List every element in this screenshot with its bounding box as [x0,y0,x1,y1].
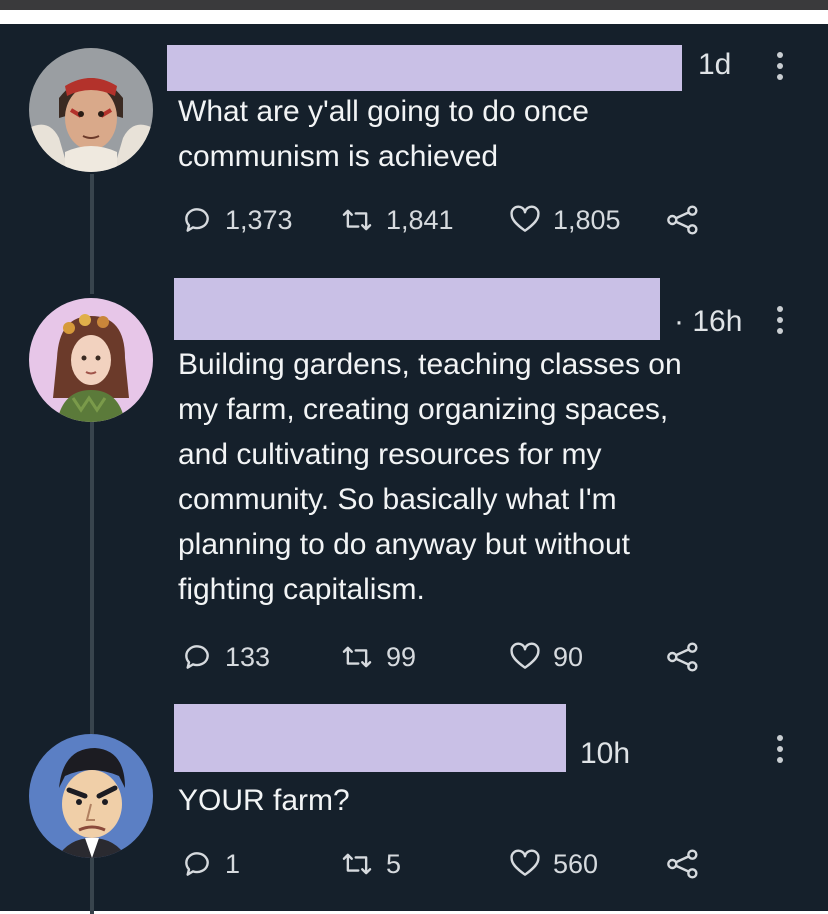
retweet-button[interactable]: 99 [340,641,416,673]
tweet-text: Building gardens, teaching classes on my… [178,342,682,612]
more-vertical-icon[interactable] [777,52,785,80]
retweet-count: 99 [386,641,417,672]
tweet-time[interactable]: 10h [580,737,630,771]
thread-connector [90,854,94,914]
tweet-text-line: my farm, creating organizing spaces, [178,393,669,426]
reply-button[interactable]: 1 [181,848,240,880]
tweet-text-line: communism is achieved [178,140,499,173]
avatar-image [29,298,153,422]
heart-icon [510,205,540,232]
redacted-username [174,704,566,772]
thread-connector [90,174,94,294]
avatar-image [29,48,153,172]
share-button[interactable] [665,204,701,236]
tweet-text-line: and cultivating resources for my [178,438,602,471]
tweet-text-line: Building gardens, teaching classes on [178,348,682,381]
reply-icon [185,208,209,232]
like-count: 90 [553,641,584,672]
redacted-username [174,278,660,340]
avatar-image [29,734,153,858]
tweet-text-line: fighting capitalism. [178,573,425,606]
reply-count: 1 [225,848,241,879]
retweet-count: 1,841 [386,204,454,235]
like-count: 1,805 [553,204,621,235]
retweet-icon [342,853,372,875]
reply-count: 1,373 [225,204,293,235]
like-button[interactable]: 560 [509,848,598,880]
retweet-button[interactable]: 5 [340,848,401,880]
more-vertical-icon[interactable] [777,306,785,334]
share-button[interactable] [665,641,701,673]
reply-icon [185,645,209,669]
retweet-icon [342,209,372,231]
reply-count: 133 [225,641,271,672]
retweet-count: 5 [386,848,402,879]
like-button[interactable]: 90 [509,641,583,673]
share-icon [667,642,698,672]
heart-icon [510,642,540,669]
retweet-button[interactable]: 1,841 [340,204,454,236]
avatar[interactable] [29,298,153,422]
retweet-icon [342,646,372,668]
thread-panel: 1d What are y'all going to do once commu… [0,24,828,914]
reply-icon [185,852,209,876]
like-count: 560 [553,848,599,879]
heart-icon [510,849,540,876]
reply-button[interactable]: 133 [181,641,270,673]
tweet-text: What are y'all going to do once communis… [178,89,589,179]
top-bar [0,0,828,10]
tweet-text-line: community. So basically what I'm [178,483,617,516]
tweet-text-line: YOUR farm? [178,784,350,817]
tweet-text: YOUR farm? [178,778,350,823]
tweet-time[interactable]: · 16h [674,305,742,339]
share-icon [667,205,698,235]
tweet-text-line: planning to do anyway but without [178,528,630,561]
more-vertical-icon[interactable] [777,735,785,763]
thread-connector [90,416,94,734]
share-button[interactable] [665,848,701,880]
like-button[interactable]: 1,805 [509,204,621,236]
avatar[interactable] [29,48,153,172]
share-icon [667,849,698,879]
reply-button[interactable]: 1,373 [181,204,293,236]
top-margin [0,10,828,24]
avatar[interactable] [29,734,153,858]
tweet-text-line: What are y'all going to do once [178,95,589,128]
redacted-username [167,45,682,91]
tweet-time[interactable]: 1d [698,48,731,82]
